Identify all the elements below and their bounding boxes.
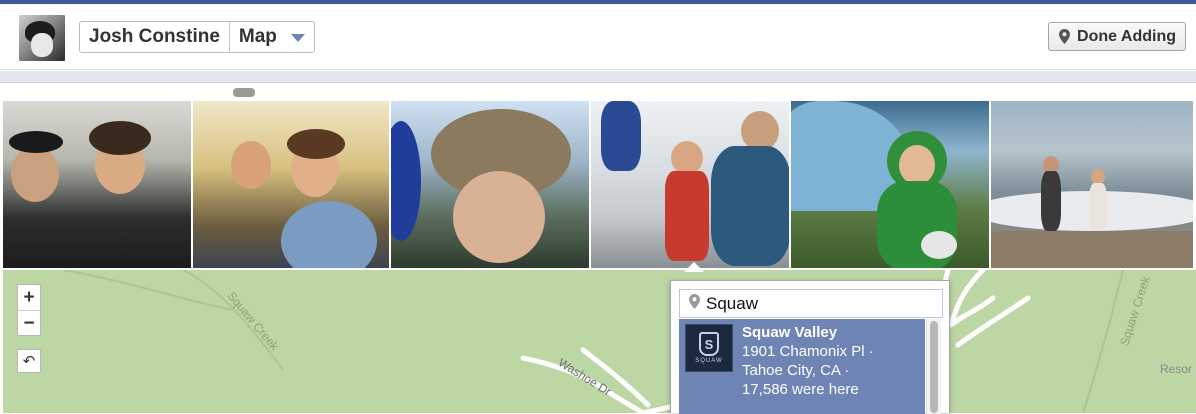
photo-1[interactable]	[3, 101, 191, 268]
popup-pointer	[684, 262, 704, 272]
place-search-box	[679, 289, 943, 318]
photo-5[interactable]	[791, 101, 989, 268]
chevron-down-icon	[290, 34, 305, 42]
done-adding-button[interactable]: Done Adding	[1048, 22, 1186, 51]
section-dropdown[interactable]: Map	[230, 22, 314, 52]
scrollbar-thumb[interactable]	[930, 321, 938, 413]
place-result-address: 1901 Chamonix Pl ·	[742, 343, 874, 360]
photo-2[interactable]	[193, 101, 389, 268]
place-result-checkins: 17,586 were here	[742, 381, 859, 398]
place-search-popup: S SQUAW Squaw Valley 1901 Chamonix Pl · …	[670, 280, 950, 414]
place-thumbnail: S SQUAW	[685, 324, 733, 372]
zoom-control: + −	[17, 284, 41, 336]
profile-name-link[interactable]: Josh Constine	[80, 22, 230, 52]
breadcrumb: Josh Constine Map	[79, 21, 315, 53]
photo-4[interactable]	[591, 101, 789, 268]
photo-strip-bar	[0, 71, 1196, 83]
map-label-resort: Resor	[1160, 362, 1193, 376]
results-scrollbar[interactable]	[926, 319, 941, 414]
undo-icon: ↶	[22, 353, 36, 370]
place-result-title: Squaw Valley	[742, 324, 838, 341]
avatar[interactable]	[19, 15, 65, 61]
map-pin-icon	[689, 293, 700, 314]
photo-strip	[3, 101, 1196, 268]
section-label: Map	[238, 26, 277, 47]
header: Josh Constine Map Done Adding	[0, 4, 1196, 70]
place-result-city: Tahoe City, CA ·	[742, 362, 850, 379]
zoom-out-button[interactable]: −	[18, 311, 40, 336]
done-adding-label: Done Adding	[1077, 27, 1176, 45]
map-pin-icon	[1059, 29, 1071, 44]
place-result-item[interactable]: S SQUAW Squaw Valley 1901 Chamonix Pl · …	[679, 319, 925, 414]
zoom-in-button[interactable]: +	[18, 285, 40, 310]
resize-handle[interactable]	[233, 88, 255, 97]
photo-3[interactable]	[391, 101, 589, 268]
place-result-text: Squaw Valley 1901 Chamonix Pl · Tahoe Ci…	[742, 323, 874, 410]
reset-map-button[interactable]: ↶	[17, 349, 41, 373]
squaw-logo-icon: S	[699, 332, 719, 356]
place-search-input[interactable]	[706, 293, 926, 314]
squaw-logo-text: SQUAW	[695, 358, 723, 364]
map[interactable]: Squaw Creek Squaw Creek Washoe Dr Resor …	[3, 270, 1196, 413]
photo-6[interactable]	[991, 101, 1193, 268]
